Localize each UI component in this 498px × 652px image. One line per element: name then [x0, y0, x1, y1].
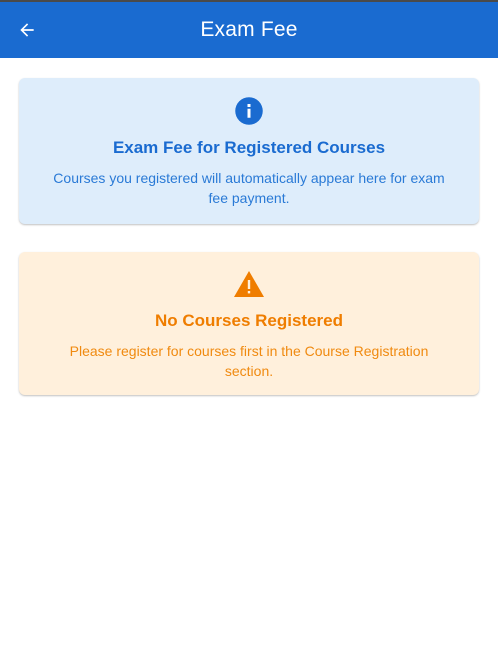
page-title: Exam Fee	[200, 18, 298, 41]
arrow-back-icon	[20, 23, 34, 37]
info-card-text: Courses you registered will automaticall…	[53, 170, 445, 206]
info-card-title: Exam Fee for Registered Courses	[112, 138, 386, 157]
info-card: Exam Fee for Registered Courses Courses …	[19, 78, 479, 224]
app-bar: Exam Fee	[0, 0, 498, 58]
warning-card: No Courses Registered Please register fo…	[19, 252, 479, 395]
back-button[interactable]	[12, 15, 42, 45]
warning-card-title: No Courses Registered	[155, 311, 343, 330]
warning-icon	[234, 271, 264, 297]
info-icon	[235, 97, 263, 125]
warning-card-text: Please register for courses first in the…	[69, 343, 429, 379]
